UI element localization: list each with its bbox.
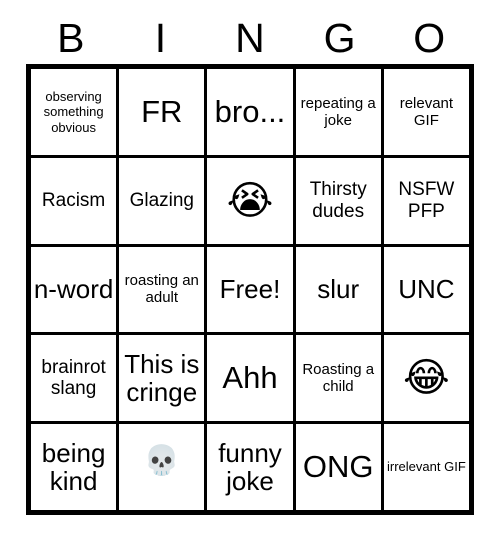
bingo-cell[interactable]: brainrot slang — [31, 335, 117, 422]
bingo-cell-label: observing something obvious — [43, 88, 104, 135]
bingo-cell-label: relevant GIF — [399, 94, 454, 129]
bingo-cell[interactable]: being kind — [31, 424, 117, 510]
bingo-cell-label: funny joke — [218, 438, 282, 497]
bingo-header: B I N G O — [26, 12, 474, 64]
bingo-cell-label: ONG — [302, 448, 374, 484]
bingo-grid: observing something obvious FR bro... repea… — [26, 64, 474, 515]
bingo-cell[interactable]: Ahh — [207, 335, 293, 422]
bingo-cell-label: Thirsty dudes — [309, 179, 367, 222]
bingo-cell-label: slur — [317, 274, 360, 305]
bingo-cell[interactable]: This is cringe — [119, 335, 205, 422]
bingo-cell-label: Free! — [219, 274, 281, 305]
bingo-cell[interactable]: FR — [119, 69, 205, 155]
bingo-cell[interactable]: repeating a joke — [295, 69, 381, 155]
bingo-card: B I N G O observing something obvious FR b… — [0, 0, 502, 544]
bingo-cell[interactable]: Thirsty dudes — [295, 157, 381, 244]
bingo-cell-label: being kind — [41, 438, 106, 497]
loudly-crying-face-icon[interactable]: 😭 — [207, 157, 293, 244]
bingo-cell-label: NSFW PFP — [398, 179, 455, 222]
bingo-cell[interactable]: roasting an adult — [119, 246, 205, 333]
bingo-cell-label: FR — [141, 93, 183, 129]
bingo-cell-label: roasting an adult — [124, 272, 199, 307]
bingo-cell[interactable]: Free! — [207, 246, 293, 333]
bingo-cell[interactable]: slur — [295, 246, 381, 333]
header-letter-g: G — [323, 14, 356, 61]
bingo-cell-label: UNC — [398, 274, 455, 305]
bingo-cell-label: 😂 — [403, 355, 450, 402]
bingo-cell[interactable]: irrelevant GIF — [383, 424, 469, 510]
bingo-cell[interactable]: NSFW PFP — [383, 157, 469, 244]
bingo-cell[interactable]: Racism — [31, 157, 117, 244]
header-letter-o: O — [413, 14, 446, 61]
bingo-cell-label: Glazing — [129, 190, 194, 212]
header-letter-b: B — [57, 14, 85, 61]
bingo-cell-label: 💀 — [143, 443, 180, 478]
bingo-cell[interactable]: observing something obvious — [31, 69, 117, 155]
bingo-cell[interactable]: funny joke — [207, 424, 293, 510]
header-letter-i: I — [154, 14, 167, 61]
face-with-tears-of-joy-icon[interactable]: 😂 — [383, 335, 469, 422]
bingo-cell-label: repeating a joke — [300, 94, 376, 129]
bingo-cell-label: irrelevant GIF — [387, 459, 466, 475]
bingo-cell-label: n-word — [33, 274, 114, 305]
bingo-cell[interactable]: Roasting a child — [295, 335, 381, 422]
skull-icon[interactable]: 💀 — [119, 424, 205, 510]
header-letter-n: N — [235, 14, 265, 61]
bingo-cell-label: brainrot slang — [41, 357, 106, 400]
bingo-cell-label: 😭 — [226, 177, 274, 224]
bingo-cell-label: Roasting a child — [302, 361, 375, 396]
bingo-cell[interactable]: Glazing — [119, 157, 205, 244]
bingo-cell-label: This is cringe — [124, 349, 200, 408]
bingo-cell[interactable]: n-word — [31, 246, 117, 333]
bingo-cell[interactable]: bro... — [207, 69, 293, 155]
bingo-cell-label: Racism — [41, 190, 106, 212]
bingo-cell[interactable]: ONG — [295, 424, 381, 510]
bingo-cell[interactable]: relevant GIF — [383, 69, 469, 155]
bingo-cell[interactable]: UNC — [383, 246, 469, 333]
bingo-cell-label: Ahh — [222, 360, 278, 396]
bingo-cell-label: bro... — [214, 93, 286, 129]
